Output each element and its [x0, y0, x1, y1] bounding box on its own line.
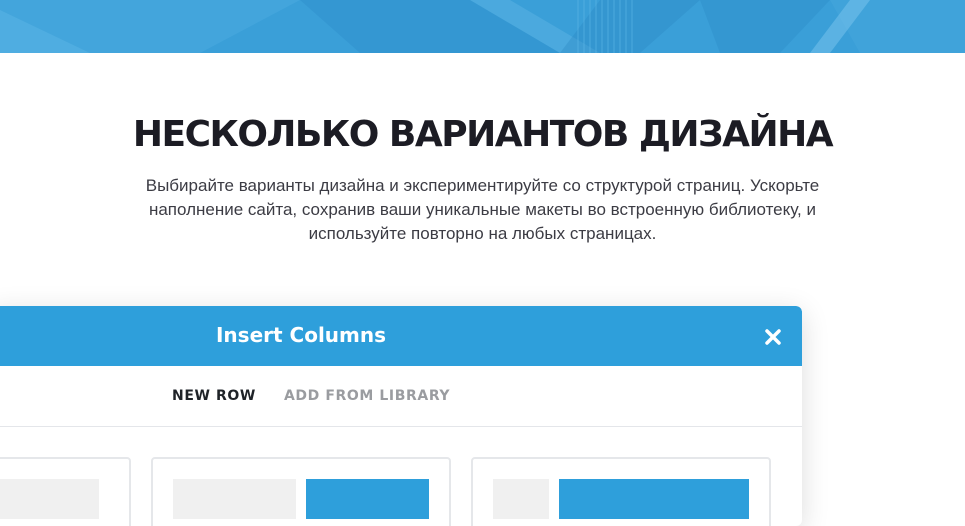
- modal-title: Insert Columns: [215, 323, 387, 347]
- tab-add-from-library[interactable]: ADD FROM LIBRARY: [284, 366, 450, 426]
- column-layout-option[interactable]: [471, 457, 771, 526]
- close-icon: [765, 329, 781, 345]
- close-button[interactable]: [762, 326, 784, 348]
- banner-pattern: [0, 0, 965, 53]
- hero-banner: [0, 0, 965, 53]
- section-description: Выбирайте варианты дизайна и эксперимент…: [112, 174, 853, 246]
- column-block: [493, 479, 549, 519]
- column-layout-option[interactable]: [0, 457, 131, 526]
- insert-columns-modal: Insert Columns NEW ROW ADD FROM LIBRARY: [0, 306, 802, 526]
- modal-header: Insert Columns: [0, 306, 802, 366]
- column-layout-option[interactable]: [151, 457, 451, 526]
- column-block: [559, 479, 749, 519]
- column-block: [173, 479, 296, 519]
- description-line: Выбирайте варианты дизайна и эксперимент…: [145, 176, 820, 195]
- description-line: наполнение сайта, сохранив ваши уникальн…: [148, 200, 817, 219]
- column-block: [0, 479, 99, 519]
- section-heading: НЕСКОЛЬКО ВАРИАНТОВ ДИЗАЙНА: [132, 114, 834, 155]
- description-line: используйте повторно на любых страницах.: [308, 224, 657, 243]
- column-block: [306, 479, 429, 519]
- modal-tabs: NEW ROW ADD FROM LIBRARY: [0, 366, 802, 427]
- tab-new-row[interactable]: NEW ROW: [172, 366, 256, 426]
